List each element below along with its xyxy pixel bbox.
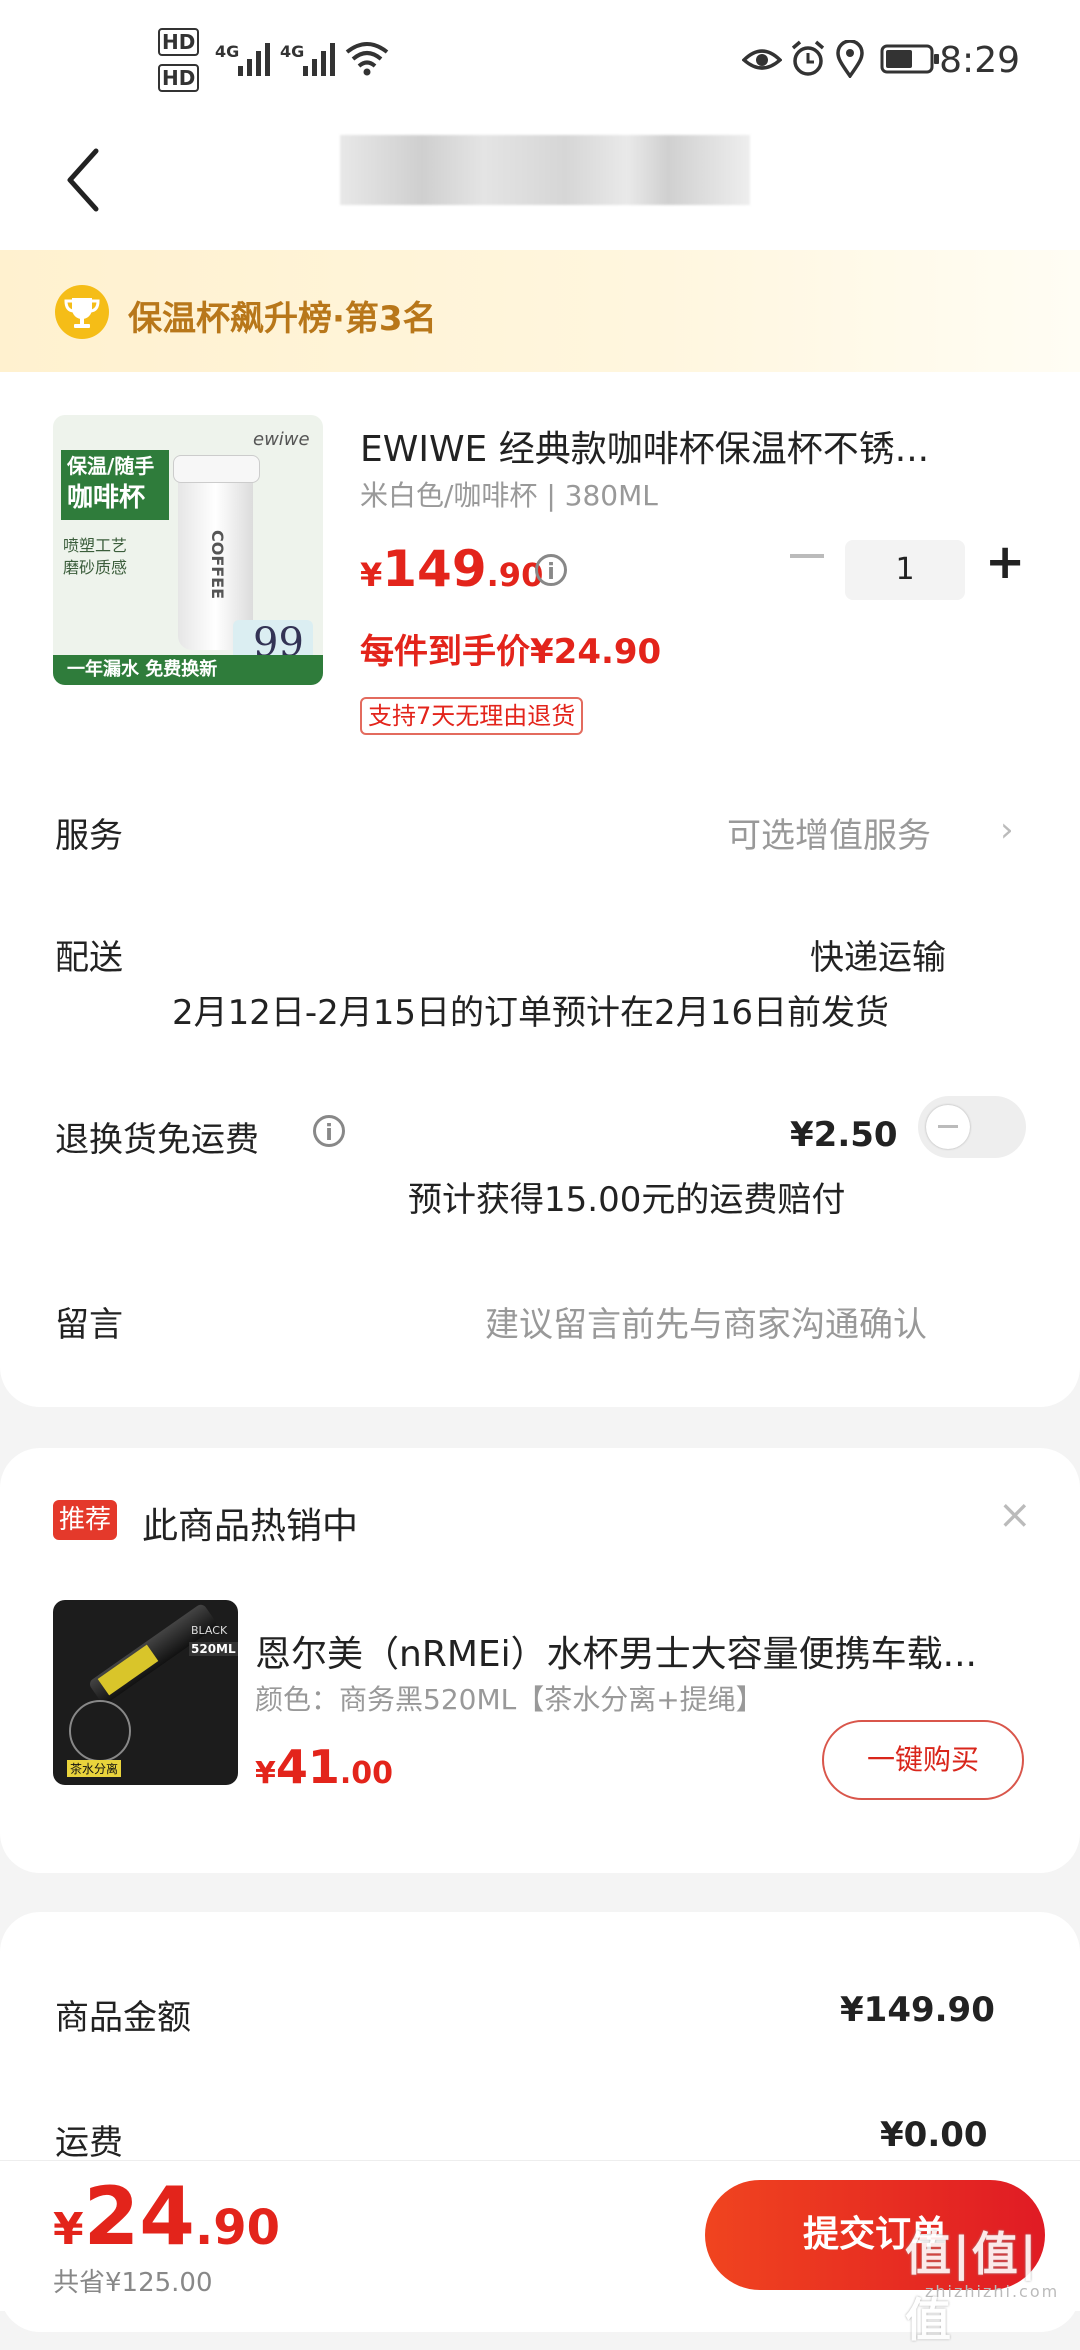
status-time: 8:29 bbox=[939, 40, 1020, 81]
signal1-icon bbox=[238, 43, 270, 76]
sim1-indicator: HD bbox=[158, 28, 200, 56]
quantity-increase-button[interactable]: + bbox=[985, 538, 1025, 586]
sim2-indicator: HD bbox=[158, 64, 200, 92]
location-icon bbox=[836, 40, 864, 78]
product-image-line2: 咖啡杯 bbox=[67, 483, 146, 513]
shipping-fee-label: 运费 bbox=[55, 2123, 123, 2163]
trophy-icon bbox=[55, 285, 109, 339]
recommend-price-int: 41 bbox=[275, 1740, 340, 1794]
recommend-image-bottom: 茶水分离 bbox=[67, 1760, 122, 1777]
one-click-buy-button[interactable]: 一键购买 bbox=[822, 1720, 1024, 1800]
recommend-product-spec: 颜色：商务黑520ML【茶水分离+提绳】 bbox=[255, 1683, 764, 1716]
net1-label: 4G bbox=[215, 42, 240, 61]
rank-banner-text: 保温杯飙升榜·第3名 bbox=[128, 299, 437, 339]
product-image[interactable]: 保温/随手 咖啡杯 喷塑工艺 磨砂质感 ewiwe COFFEE 99 一年漏水… bbox=[53, 415, 323, 685]
battery-icon bbox=[880, 44, 939, 74]
signal2-icon bbox=[303, 43, 335, 76]
message-input[interactable]: 建议留言前先与商家沟通确认 bbox=[485, 1297, 927, 1346]
product-image-cup-text: COFFEE bbox=[208, 529, 228, 600]
product-spec[interactable]: 米白色/咖啡杯 | 380ML bbox=[360, 474, 658, 514]
product-image-line4: 磨砂质感 bbox=[63, 558, 128, 577]
delivery-label: 配送 bbox=[55, 938, 123, 978]
return-shipping-label: 退换货免运费 bbox=[55, 1120, 259, 1160]
shipping-fee-value: ¥0.00 bbox=[880, 2115, 988, 2155]
return-shipping-price: ¥2.50 bbox=[790, 1115, 898, 1155]
return-policy-badge: 支持7天无理由退货 bbox=[360, 697, 584, 735]
goods-amount-label: 商品金额 bbox=[55, 1998, 191, 2038]
close-icon[interactable]: × bbox=[998, 1492, 1032, 1538]
return-shipping-note: 预计获得15.00元的运费赔付 bbox=[408, 1180, 846, 1220]
saved-amount: 共省¥125.00 bbox=[53, 2268, 213, 2298]
product-name[interactable]: EWIWE 经典款咖啡杯保温杯不锈... bbox=[360, 420, 929, 472]
quantity-decrease-button[interactable] bbox=[790, 554, 824, 558]
total-price: ¥24.90 bbox=[53, 2170, 280, 2263]
sim2-hd-label: HD bbox=[158, 64, 200, 92]
delivery-note: 2月12日-2月15日的订单预计在2月16日前发货 bbox=[172, 993, 889, 1033]
total-price-symbol: ¥ bbox=[53, 2204, 84, 2255]
wifi-icon bbox=[345, 42, 389, 76]
recommend-image-tag: 520ML bbox=[189, 1642, 238, 1656]
total-price-int: 24 bbox=[83, 2170, 195, 2263]
product-image-bottom-text: 一年漏水 免费换新 bbox=[67, 659, 218, 680]
back-arrow-icon[interactable] bbox=[60, 145, 108, 215]
sim1-hd-label: HD bbox=[158, 28, 200, 56]
product-image-brand: ewiwe bbox=[253, 429, 310, 450]
product-price: ¥149.90 bbox=[360, 540, 543, 598]
service-value[interactable]: 可选增值服务 bbox=[727, 808, 931, 857]
recommend-badge: 推荐 bbox=[53, 1500, 118, 1540]
recommend-image-color: BLACK bbox=[191, 1624, 228, 1637]
chevron-right-icon[interactable]: › bbox=[1000, 810, 1014, 850]
message-label: 留言 bbox=[55, 1305, 123, 1345]
price-info-icon[interactable]: i bbox=[535, 554, 567, 586]
recommend-price-dec: .00 bbox=[339, 1756, 394, 1791]
toggle-knob bbox=[926, 1105, 970, 1149]
eye-comfort-icon bbox=[742, 49, 782, 70]
product-price-int: 149 bbox=[382, 540, 487, 598]
alarm-icon bbox=[791, 40, 825, 76]
recommend-product-price: ¥41.00 bbox=[255, 1740, 393, 1794]
recommend-product-name[interactable]: 恩尔美（nRMEi）水杯男士大容量便携车载... bbox=[255, 1625, 977, 1677]
total-price-dec: .90 bbox=[194, 2200, 280, 2256]
service-label: 服务 bbox=[55, 816, 123, 856]
recommend-product-image[interactable]: BLACK 520ML 茶水分离 bbox=[53, 1600, 238, 1785]
recommend-price-symbol: ¥ bbox=[255, 1756, 276, 1791]
watermark-url: zhizhizhi.com bbox=[925, 2282, 1060, 2301]
product-image-line1: 保温/随手 bbox=[67, 454, 155, 478]
page-title-blurred bbox=[340, 135, 750, 205]
deal-price-text: 每件到手价¥24.90 bbox=[360, 632, 662, 672]
product-image-line3: 喷塑工艺 bbox=[63, 536, 128, 555]
quantity-value[interactable]: 1 bbox=[845, 540, 965, 600]
goods-amount-value: ¥149.90 bbox=[840, 1990, 995, 2030]
product-price-symbol: ¥ bbox=[360, 556, 383, 594]
recommend-title: 此商品热销中 bbox=[142, 1506, 359, 1547]
net2-label: 4G bbox=[280, 42, 305, 61]
delivery-method[interactable]: 快递运输 bbox=[810, 930, 946, 979]
return-shipping-info-icon[interactable]: i bbox=[313, 1115, 345, 1147]
